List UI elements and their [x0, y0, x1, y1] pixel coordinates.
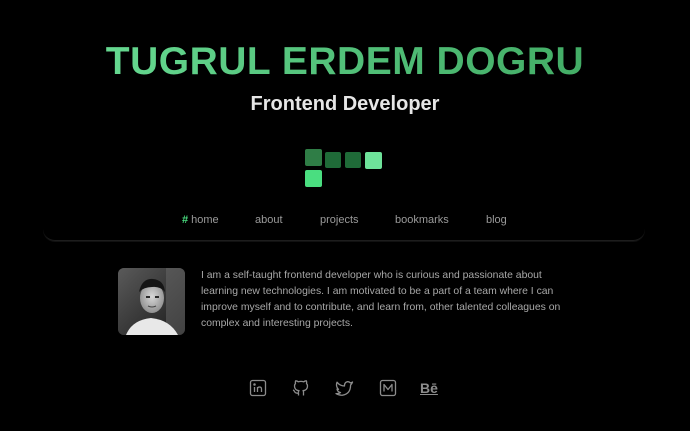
avatar-photo	[118, 268, 185, 335]
logo-square	[305, 149, 322, 166]
nav-item-label: home	[191, 214, 219, 226]
main-nav: # home about projects bookmarks blog	[0, 214, 690, 230]
nav-item-home[interactable]: # home	[182, 214, 219, 226]
logo-square	[305, 170, 322, 187]
medium-icon[interactable]	[378, 378, 398, 398]
linkedin-icon[interactable]	[248, 378, 268, 398]
header	[43, 0, 645, 241]
behance-icon[interactable]: Bē	[420, 378, 444, 398]
avatar	[118, 268, 185, 335]
social-links: Bē	[0, 378, 690, 400]
logo-square	[365, 152, 382, 169]
nav-item-blog[interactable]: blog	[486, 214, 507, 226]
logo-square	[325, 152, 341, 168]
logo-square	[345, 152, 361, 168]
about-section: I am a self-taught frontend developer wh…	[118, 268, 578, 338]
nav-item-bookmarks[interactable]: bookmarks	[395, 214, 449, 226]
behance-glyph: Bē	[420, 380, 438, 396]
site-subtitle: Frontend Developer	[250, 93, 440, 115]
twitter-icon[interactable]	[334, 378, 354, 398]
logo[interactable]	[305, 149, 385, 189]
nav-item-about[interactable]: about	[255, 214, 283, 226]
nav-item-projects[interactable]: projects	[320, 214, 359, 226]
bio-text: I am a self-taught frontend developer wh…	[201, 270, 561, 329]
github-icon[interactable]	[291, 378, 311, 398]
nav-hash: #	[182, 214, 189, 226]
site-title: TUGRUL ERDEM DOGRU	[0, 40, 690, 84]
page: TUGRUL ERDEM DOGRU Frontend Developer # h…	[0, 0, 690, 431]
